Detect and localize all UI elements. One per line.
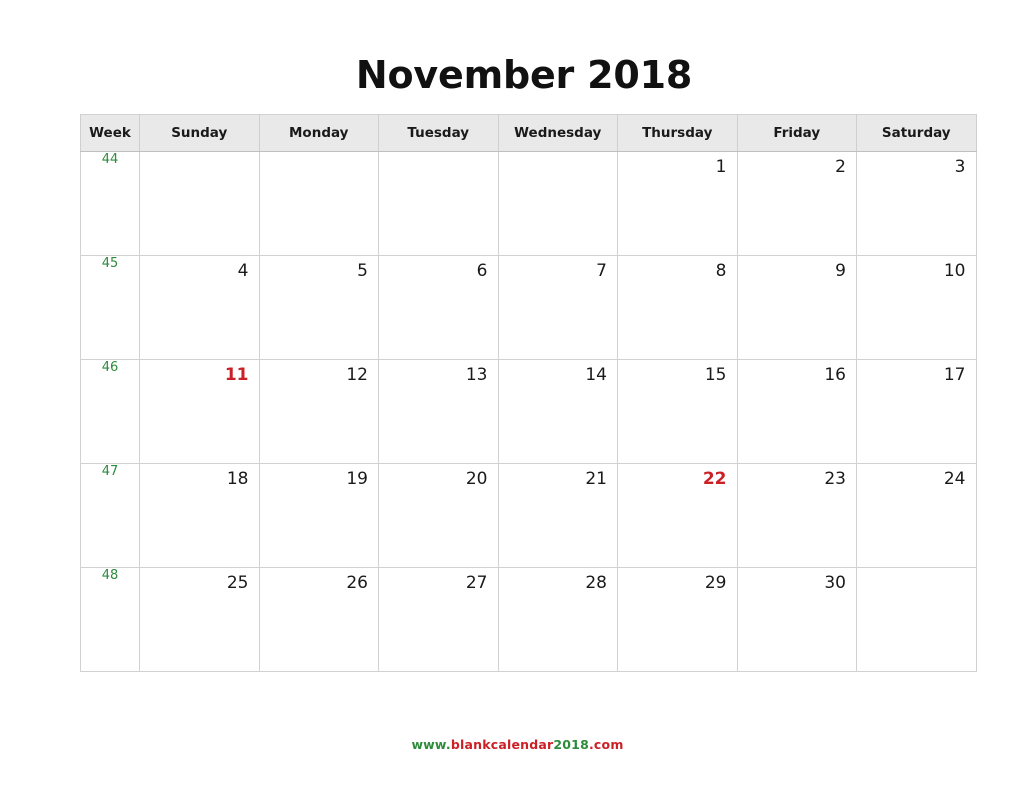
calendar-page: November 2018 Week Sunday Monday Tuesday… [0,0,1035,800]
day-cell-sunday[interactable]: 4 [139,255,260,360]
week-number-cell: 45 [80,255,140,360]
day-number: 6 [476,261,488,281]
day-number-empty [499,152,618,156]
day-cell-friday[interactable]: 23 [736,463,857,568]
calendar-table: Week Sunday Monday Tuesday Wednesday Thu… [80,114,977,672]
week-number-cell: 47 [80,463,140,568]
calendar-week-row: 47 18 19 20 21 22 23 24 [80,463,977,568]
day-number: 22 [702,469,727,489]
day-cell-sunday[interactable] [139,151,260,256]
day-number: 20 [465,469,488,489]
week-number-cell: 48 [80,567,140,672]
day-number: 10 [943,261,966,281]
day-number-empty [260,152,379,156]
day-number: 14 [585,365,607,385]
day-cell-monday[interactable] [258,151,379,256]
column-header-friday: Friday [736,114,857,152]
day-number: 12 [346,365,368,385]
day-number: 19 [346,469,368,489]
day-cell-saturday[interactable]: 24 [856,463,977,568]
day-cell-wednesday[interactable]: 14 [497,359,618,464]
day-cell-wednesday[interactable] [497,151,618,256]
day-number: 7 [596,261,607,281]
footer-link-segment: blankcalendar [450,737,554,752]
day-cell-monday[interactable]: 12 [258,359,379,464]
day-cell-wednesday[interactable]: 28 [497,567,618,672]
week-number-cell: 46 [80,359,140,464]
day-cell-monday[interactable]: 26 [258,567,379,672]
calendar-week-row: 44 1 2 3 [80,151,977,256]
day-cell-tuesday[interactable]: 6 [378,255,499,360]
day-cell-friday[interactable]: 9 [736,255,857,360]
day-cell-sunday[interactable]: 18 [139,463,260,568]
column-header-saturday: Saturday [856,114,977,152]
calendar-header-row: Week Sunday Monday Tuesday Wednesday Thu… [80,114,977,152]
day-cell-sunday[interactable]: 25 [139,567,260,672]
day-number: 5 [357,261,368,281]
day-number: 1 [715,157,727,177]
day-number: 21 [585,469,607,489]
footer-link-segment: 2018 [553,737,589,752]
day-number-empty [140,152,259,156]
day-number: 25 [226,573,249,593]
calendar-body: 44 1 2 3 45 4 5 6 7 8 9 10 46 11 12 13 14 15 16 17 47 18 19 20 2… [80,151,977,672]
day-cell-thursday[interactable]: 29 [617,567,738,672]
day-number: 15 [704,365,727,385]
day-cell-tuesday[interactable] [378,151,499,256]
day-cell-saturday[interactable]: 10 [856,255,977,360]
day-number: 23 [824,469,846,489]
day-number: 16 [824,365,846,385]
day-number: 3 [954,157,966,177]
day-number: 18 [226,469,249,489]
day-cell-saturday[interactable]: 3 [856,151,977,256]
column-header-thursday: Thursday [617,114,738,152]
footer-link-segment: www. [411,737,451,752]
day-cell-friday[interactable]: 2 [736,151,857,256]
page-title: November 2018 [355,53,693,97]
day-cell-saturday[interactable] [856,567,977,672]
calendar-container: Week Sunday Monday Tuesday Wednesday Thu… [80,114,977,672]
week-number-cell: 44 [80,151,140,256]
day-cell-thursday[interactable]: 1 [617,151,738,256]
day-number-empty [379,152,498,156]
day-cell-monday[interactable]: 5 [258,255,379,360]
day-number: 28 [585,573,607,593]
calendar-week-row: 48 25 26 27 28 29 30 [80,567,977,672]
calendar-week-row: 45 4 5 6 7 8 9 10 [80,255,977,360]
column-header-tuesday: Tuesday [378,114,499,152]
day-cell-tuesday[interactable]: 20 [378,463,499,568]
day-cell-monday[interactable]: 19 [258,463,379,568]
day-cell-saturday[interactable]: 17 [856,359,977,464]
day-cell-wednesday[interactable]: 7 [497,255,618,360]
day-cell-thursday[interactable]: 15 [617,359,738,464]
day-cell-sunday[interactable]: 11 [139,359,260,464]
day-cell-thursday[interactable]: 22 [617,463,738,568]
day-number: 27 [465,573,488,593]
day-number: 29 [704,573,727,593]
day-cell-friday[interactable]: 30 [736,567,857,672]
column-header-wednesday: Wednesday [497,114,618,152]
day-number: 17 [943,365,966,385]
column-header-monday: Monday [258,114,379,152]
day-number: 26 [346,573,368,593]
day-number: 8 [715,261,727,281]
column-header-week: Week [80,114,140,152]
day-number-empty [857,568,976,572]
calendar-week-row: 46 11 12 13 14 15 16 17 [80,359,977,464]
day-number: 13 [465,365,488,385]
day-cell-friday[interactable]: 16 [736,359,857,464]
day-cell-tuesday[interactable]: 13 [378,359,499,464]
footer-website-link[interactable]: www.blankcalendar2018.com [0,737,1035,752]
day-number: 4 [237,261,249,281]
day-number: 9 [835,261,846,281]
footer-link-segment: .com [588,737,624,752]
day-cell-tuesday[interactable]: 27 [378,567,499,672]
day-number: 2 [835,157,846,177]
day-number: 11 [224,365,249,385]
day-number: 30 [824,573,846,593]
day-cell-thursday[interactable]: 8 [617,255,738,360]
column-header-sunday: Sunday [139,114,260,152]
day-cell-wednesday[interactable]: 21 [497,463,618,568]
day-number: 24 [943,469,966,489]
